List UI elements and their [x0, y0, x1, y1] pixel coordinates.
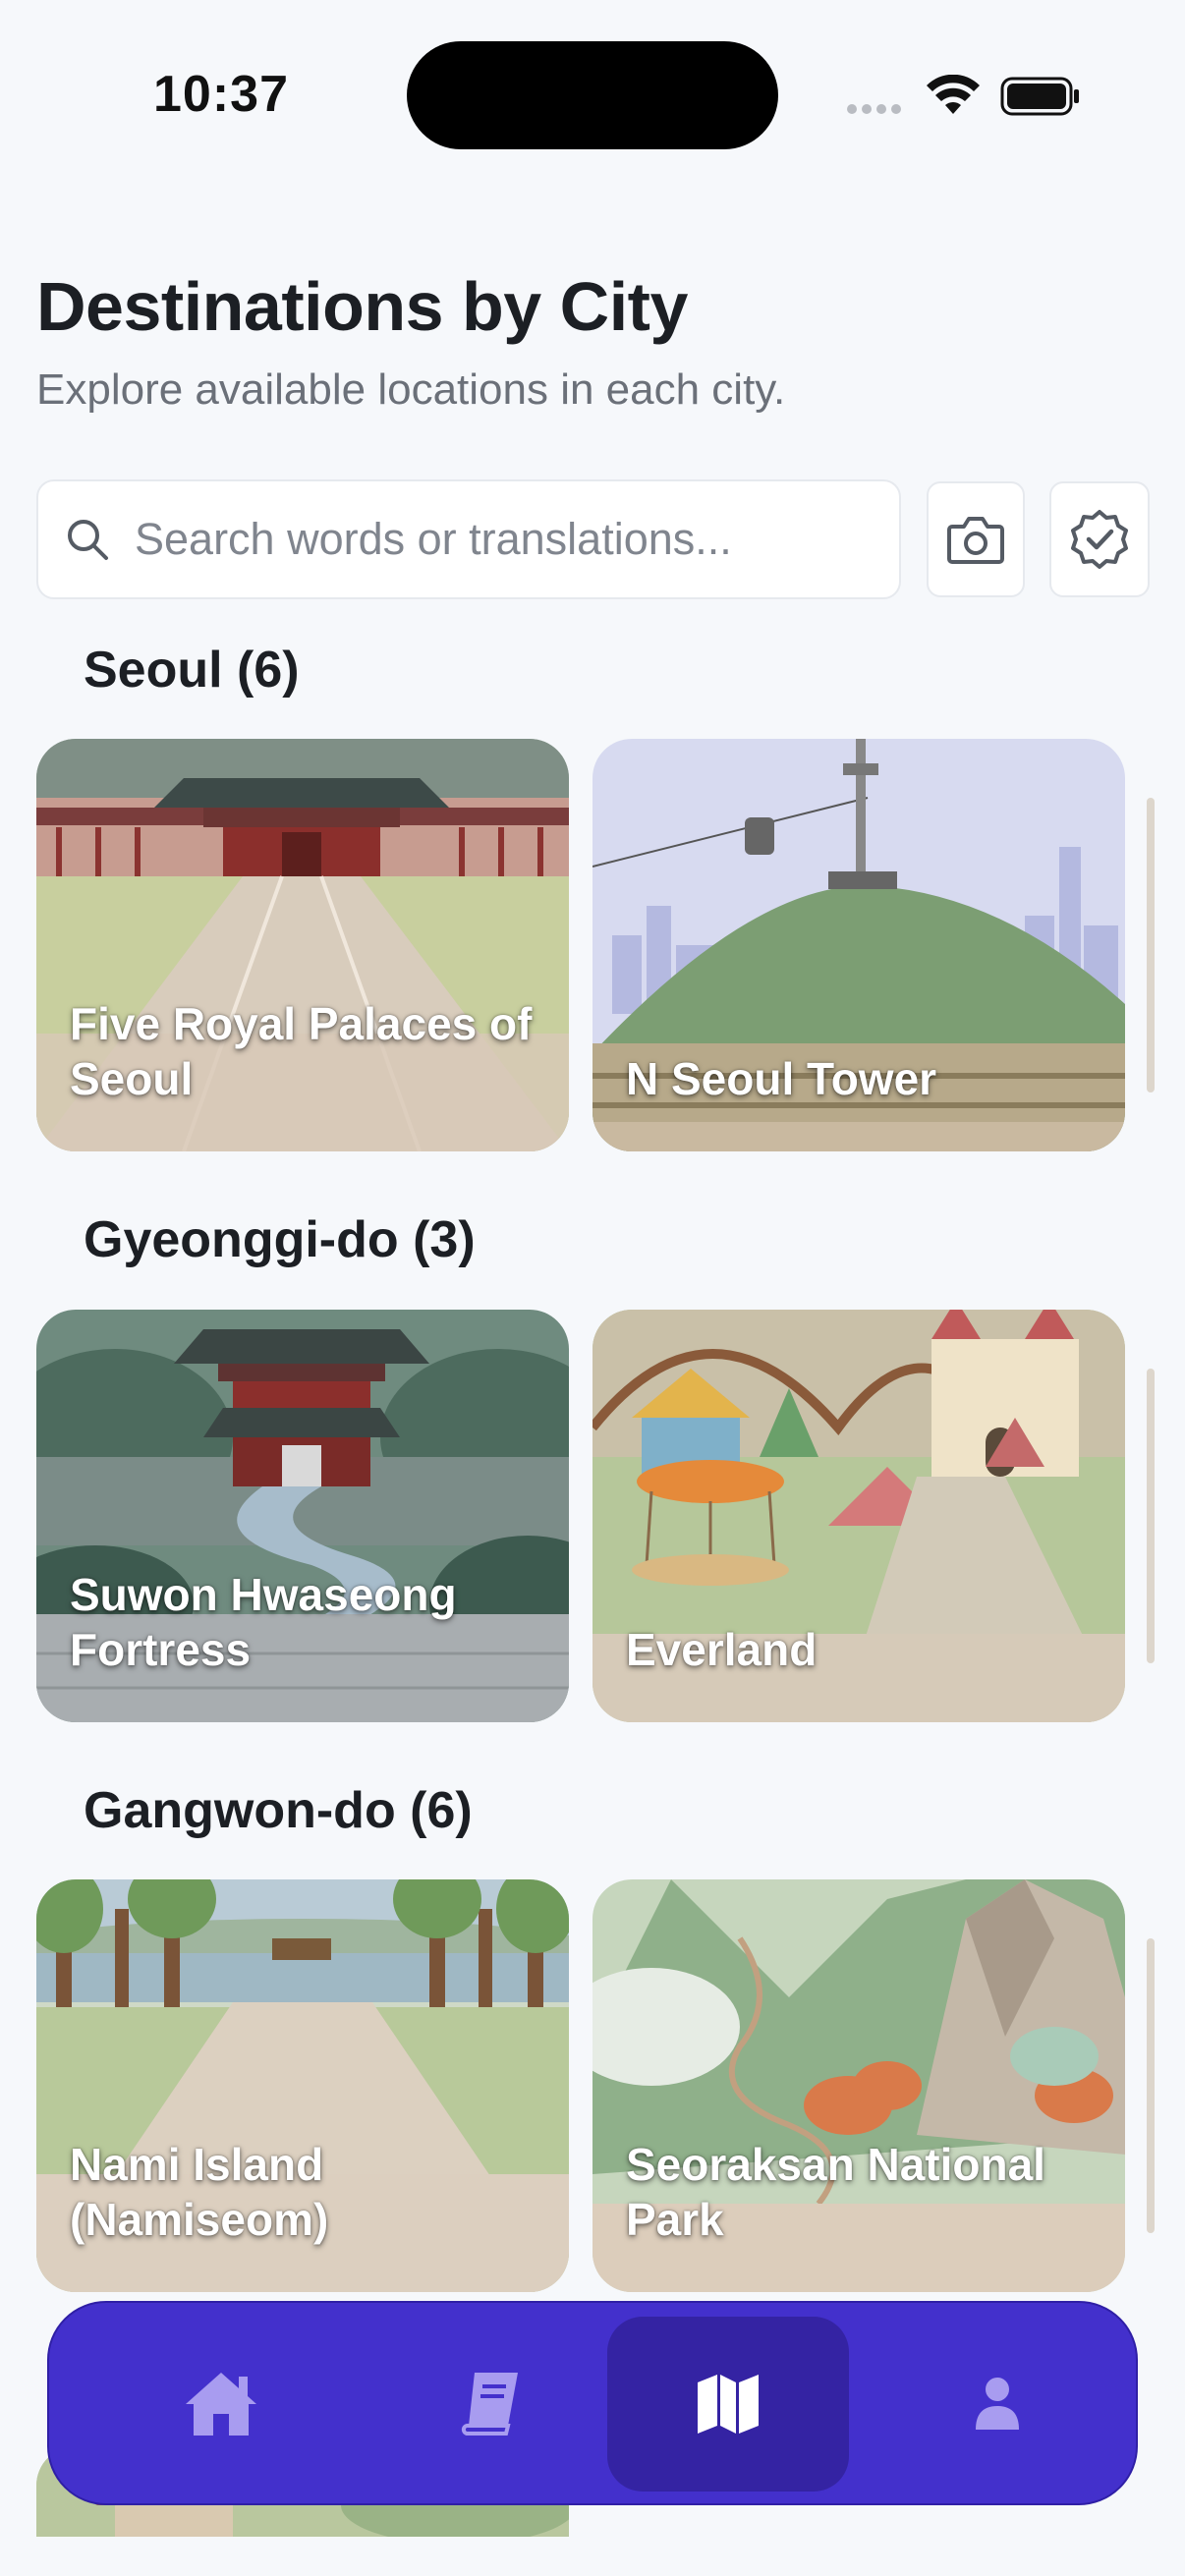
card-peek — [1147, 1938, 1155, 2233]
nav-map[interactable] — [607, 2317, 849, 2492]
user-icon — [976, 2378, 1019, 2430]
destination-card-n-seoul-tower[interactable]: N Seoul Tower — [592, 739, 1125, 1151]
nav-home[interactable] — [100, 2317, 342, 2492]
section-title-gyeonggi: Gyeonggi-do (3) — [84, 1211, 476, 1268]
battery-icon — [1000, 77, 1079, 116]
camera-button[interactable] — [927, 481, 1025, 597]
search-icon — [68, 520, 108, 560]
card-label: Everland — [626, 1623, 818, 1675]
section-title-gangwon: Gangwon-do (6) — [84, 1782, 473, 1839]
card-row-gyeonggi: Suwon Hwaseong Fortress Everland — [36, 1310, 1185, 1722]
search-bar[interactable] — [36, 479, 901, 599]
card-label: Five Royal Palaces of Seoul — [70, 997, 533, 1104]
card-label: Suwon Hwaseong Fortress — [70, 1568, 457, 1675]
destination-card-hwaseong[interactable]: Suwon Hwaseong Fortress — [36, 1310, 569, 1722]
verified-badge-icon — [1071, 510, 1128, 569]
destination-card-royal-palaces[interactable]: Five Royal Palaces of Seoul — [36, 739, 569, 1151]
search-input[interactable] — [135, 514, 881, 565]
map-icon — [698, 2375, 759, 2434]
card-row-seoul: Five Royal Palaces of Seoul N Seoul Towe… — [36, 739, 1185, 1151]
destination-card-seoraksan[interactable]: Seoraksan National Park — [592, 1879, 1125, 2292]
card-peek — [1147, 1369, 1155, 1663]
camera-icon — [947, 517, 1004, 564]
bottom-navigation — [47, 2301, 1138, 2505]
destination-card-nami-island[interactable]: Nami Island (Namiseom) — [36, 1879, 569, 2292]
card-label: N Seoul Tower — [626, 1052, 937, 1104]
nav-dictionary[interactable] — [371, 2317, 613, 2492]
page-title: Destinations by City — [36, 268, 688, 345]
card-label: Seoraksan National Park — [626, 2138, 1045, 2245]
wifi-icon — [927, 75, 980, 114]
verified-button[interactable] — [1049, 481, 1150, 597]
destination-card-everland[interactable]: Everland — [592, 1310, 1125, 1722]
status-time: 10:37 — [153, 66, 289, 123]
dynamic-island — [407, 41, 778, 149]
book-icon — [461, 2373, 518, 2436]
home-icon — [186, 2373, 256, 2436]
card-peek — [1147, 798, 1155, 1092]
nav-profile[interactable] — [876, 2317, 1118, 2492]
card-label: Nami Island (Namiseom) — [70, 2138, 329, 2245]
card-row-gangwon: Nami Island (Namiseom) Seoraksan Nationa… — [36, 1879, 1185, 2292]
status-bar: 10:37 — [0, 0, 1185, 196]
section-title-seoul: Seoul (6) — [84, 642, 300, 699]
cellular-signal-icon — [847, 104, 901, 114]
page-subtitle: Explore available locations in each city… — [36, 365, 786, 414]
